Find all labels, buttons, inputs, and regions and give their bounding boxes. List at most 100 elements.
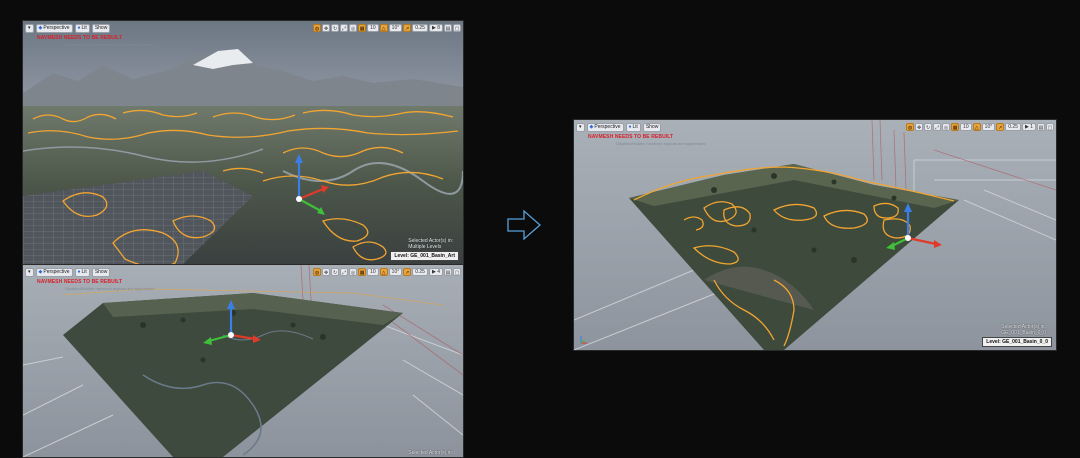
angle-icon[interactable]: △ — [379, 24, 388, 32]
maximize-icon[interactable]: ▢ — [1046, 123, 1054, 131]
chevron-down-icon: ▾ — [579, 123, 582, 130]
globe-icon[interactable]: ◍ — [313, 24, 322, 32]
camera-speed-button[interactable]: ▶ 4 — [428, 268, 443, 276]
perspective-label: Perspective — [43, 268, 70, 275]
arrow-right-icon — [507, 209, 541, 241]
maximize-icon[interactable]: ▢ — [453, 24, 461, 32]
camera-speed-button[interactable]: ▶ 8 — [428, 24, 443, 32]
show-button[interactable]: Show — [91, 267, 111, 277]
navmesh-warning: NAVMESH NEEDS TO BE REBUILT — [37, 279, 123, 285]
maximize-icon[interactable]: ▢ — [453, 268, 461, 276]
cube-icon: ◆ — [38, 24, 43, 31]
scale-icon[interactable]: ⤢ — [340, 268, 349, 276]
scale-snap-icon[interactable]: ↗ — [403, 268, 412, 276]
navmesh-warning: NAVMESH NEEDS TO BE REBUILT — [37, 35, 123, 41]
sphere-icon: ● — [77, 268, 81, 275]
scale-snap-icon[interactable]: ↗ — [996, 123, 1005, 131]
lit-button[interactable]: ● Lit — [74, 23, 90, 33]
lit-button[interactable]: ● Lit — [625, 122, 641, 132]
world-axis-icon — [580, 336, 587, 344]
navmesh-subwarning: Disabled/Hidden navmesh regions are supp… — [616, 141, 706, 146]
selected-actors-info: Selected Actor(s) in: — [408, 450, 453, 456]
globe-icon[interactable]: ◍ — [313, 268, 322, 276]
cube-icon: ◆ — [589, 123, 594, 130]
selected-actors-info: Selected Actor(s) in: GE_001_Basin_0_0 — [1001, 324, 1046, 336]
camera-icon: ▶ — [431, 269, 436, 275]
scale-icon[interactable]: ⤢ — [933, 123, 942, 131]
perspective-label: Perspective — [43, 24, 70, 31]
show-label: Show — [645, 123, 659, 130]
landscape-render[interactable] — [23, 21, 463, 264]
layout-icon[interactable]: ▤ — [444, 24, 452, 32]
scale-snap-icon[interactable]: ↗ — [403, 24, 412, 32]
grid-size-value[interactable]: 10 — [367, 24, 379, 32]
scale-icon[interactable]: ⤢ — [340, 24, 349, 32]
world-icon[interactable]: ◎ — [349, 268, 358, 276]
angle-snap-value[interactable]: 10° — [981, 123, 996, 131]
rotate-icon[interactable]: ↻ — [331, 24, 340, 32]
camera-icon: ▶ — [1024, 124, 1029, 130]
globe-icon[interactable]: ◍ — [906, 123, 915, 131]
chevron-down-icon: ▾ — [28, 24, 31, 31]
camera-speed-value: 8 — [437, 25, 440, 31]
rotate-icon[interactable]: ↻ — [331, 268, 340, 276]
selected-actors-line2: Multiple Levels — [408, 244, 442, 250]
perspective-button[interactable]: ◆ Perspective — [35, 267, 73, 277]
move-icon[interactable]: ✥ — [915, 123, 924, 131]
angle-icon[interactable]: △ — [379, 268, 388, 276]
rotate-icon[interactable]: ↻ — [924, 123, 933, 131]
angle-snap-value[interactable]: 10° — [388, 268, 403, 276]
camera-speed-button[interactable]: ▶ 1 — [1021, 123, 1036, 131]
level-label: Level: GE_001_Basin_0_0 — [982, 337, 1052, 347]
chevron-down-icon: ▾ — [28, 268, 31, 275]
camera-icon: ▶ — [431, 25, 436, 31]
viewport-toolbar: ▾ ◆ Perspective ● Lit Show ◍ ✥ ↻ ⤢ ◎ ▦ 10 … — [576, 122, 1054, 132]
viewport-toolbar: ▾ ◆ Perspective ● Lit Show ◍ ✥ ↻ ⤢ ◎ ▦ 10 … — [25, 23, 461, 33]
navmesh-subwarning: Disabled/Hidden navmesh regions are supp… — [65, 42, 155, 47]
camera-speed-value: 1 — [1030, 124, 1033, 130]
viewport-right[interactable]: ▾ ◆ Perspective ● Lit Show ◍ ✥ ↻ ⤢ ◎ ▦ 10 … — [573, 119, 1057, 351]
camera-speed-value: 4 — [437, 269, 440, 275]
grid-size-value[interactable]: 10 — [960, 123, 972, 131]
viewport-menu-button[interactable]: ▾ — [25, 267, 34, 277]
viewport-toolbar: ▾ ◆ Perspective ● Lit Show ◍ ✥ ↻ ⤢ ◎ ▦ 10 … — [25, 267, 461, 277]
perspective-button[interactable]: ◆ Perspective — [35, 23, 73, 33]
scale-snap-value[interactable]: 0.25 — [1005, 123, 1021, 131]
show-label: Show — [94, 268, 108, 275]
world-icon[interactable]: ◎ — [349, 24, 358, 32]
move-icon[interactable]: ✥ — [322, 24, 331, 32]
grid-icon[interactable]: ▦ — [951, 123, 960, 131]
sphere-icon: ● — [77, 24, 81, 31]
move-icon[interactable]: ✥ — [322, 268, 331, 276]
cube-icon: ◆ — [38, 268, 43, 275]
navmesh-warning: NAVMESH NEEDS TO BE REBUILT — [588, 134, 674, 140]
selected-actors-line1: Selected Actor(s) in: — [408, 450, 453, 456]
grid-size-value[interactable]: 10 — [367, 268, 379, 276]
angle-snap-value[interactable]: 10° — [388, 24, 403, 32]
world-icon[interactable]: ◎ — [942, 123, 951, 131]
lit-label: Lit — [632, 123, 638, 130]
scale-snap-value[interactable]: 0.25 — [412, 268, 428, 276]
grid-icon[interactable]: ▦ — [358, 24, 367, 32]
sphere-icon: ● — [628, 123, 632, 130]
layout-icon[interactable]: ▤ — [444, 268, 452, 276]
terrain-tile-render[interactable] — [23, 265, 463, 457]
viewport-bottom-left[interactable]: ▾ ◆ Perspective ● Lit Show ◍ ✥ ↻ ⤢ ◎ ▦ 10 … — [22, 264, 464, 458]
lit-button[interactable]: ● Lit — [74, 267, 90, 277]
viewport-top-left[interactable]: ▾ ◆ Perspective ● Lit Show ◍ ✥ ↻ ⤢ ◎ ▦ 10 … — [22, 20, 464, 265]
navmesh-subwarning: Disabled/Hidden navmesh regions are supp… — [65, 286, 155, 291]
grid-icon[interactable]: ▦ — [358, 268, 367, 276]
lit-label: Lit — [81, 24, 87, 31]
viewport-menu-button[interactable]: ▾ — [25, 23, 34, 33]
show-label: Show — [94, 24, 108, 31]
perspective-label: Perspective — [594, 123, 621, 130]
angle-icon[interactable]: △ — [972, 123, 981, 131]
scale-snap-value[interactable]: 0.25 — [412, 24, 428, 32]
viewport-menu-button[interactable]: ▾ — [576, 122, 585, 132]
selected-actors-line2: GE_001_Basin_0_0 — [1001, 330, 1046, 336]
show-button[interactable]: Show — [91, 23, 111, 33]
terrain-tile-render[interactable] — [574, 120, 1056, 350]
perspective-button[interactable]: ◆ Perspective — [586, 122, 624, 132]
layout-icon[interactable]: ▤ — [1037, 123, 1045, 131]
show-button[interactable]: Show — [642, 122, 662, 132]
